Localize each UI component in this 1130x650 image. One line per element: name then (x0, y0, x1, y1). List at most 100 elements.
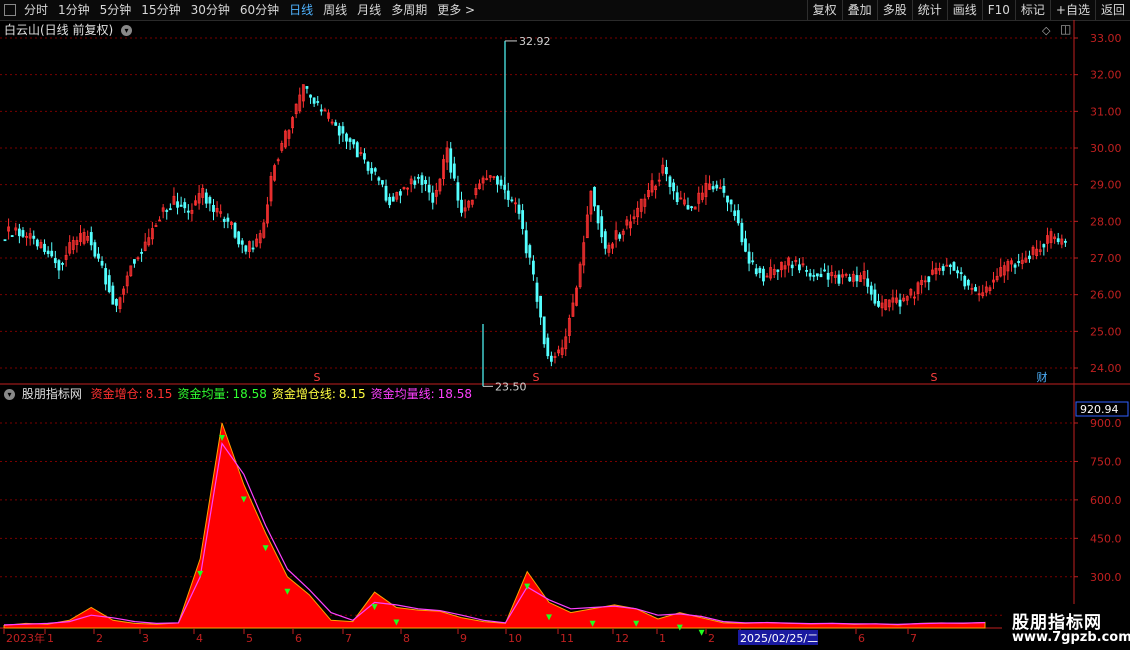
event-marker: S (533, 371, 540, 384)
down-arrow-icon (698, 629, 705, 636)
candle-body (427, 184, 431, 193)
low-label: 23.50 (495, 380, 527, 393)
candle-body (208, 197, 212, 204)
candle-body (413, 180, 417, 185)
x-tick-label: 3 (142, 632, 149, 645)
candle-body (549, 355, 553, 362)
candle-body (603, 231, 607, 249)
candle-body (686, 205, 690, 210)
candle-body (974, 287, 977, 292)
price-tick-label: 28.00 (1090, 215, 1122, 228)
x-tick-label: 2023年 (6, 631, 45, 645)
candle-body (348, 138, 352, 142)
candle-body (776, 269, 780, 272)
high-label: 32.92 (519, 35, 551, 48)
candle-body (539, 295, 542, 318)
x-tick-label: 11 (560, 632, 574, 645)
candle-body (665, 167, 668, 175)
candle-body (528, 245, 532, 258)
candle-body (222, 218, 226, 222)
candle-body (32, 235, 36, 239)
candle-body (812, 275, 816, 277)
candle-body (140, 251, 143, 254)
candle-body (722, 185, 726, 193)
price-tick-label: 30.00 (1090, 142, 1122, 155)
candle-body (100, 260, 104, 266)
candle-body (240, 240, 244, 245)
candle-body (388, 196, 392, 206)
candle-body (1042, 244, 1046, 248)
candle-body (532, 260, 535, 275)
candle-body (251, 247, 255, 250)
candle-body (873, 289, 877, 304)
candle-body (420, 175, 424, 185)
candle-body (57, 260, 61, 271)
candle-body (352, 139, 356, 145)
candle-body (244, 245, 248, 252)
candle-body (668, 176, 672, 187)
candle-body (593, 186, 596, 207)
x-tick-label: 10 (508, 632, 522, 645)
candle-body (855, 275, 859, 282)
candle-body (866, 278, 870, 287)
candle-body (50, 250, 54, 257)
x-tick-label: 5 (246, 632, 253, 645)
candle-body (355, 142, 359, 158)
candle-body (869, 285, 873, 295)
candle-body (168, 208, 172, 211)
x-tick-label: 7 (910, 632, 917, 645)
candle-body (93, 242, 97, 257)
candle-body (521, 210, 525, 229)
candle-body (823, 269, 826, 272)
candle-body (596, 205, 600, 224)
candle-body (815, 273, 819, 277)
candle-body (790, 264, 794, 269)
candle-body (61, 263, 64, 265)
watermark-url: www.7gpzb.com (1012, 630, 1130, 645)
fund-avg-line (3, 441, 986, 626)
candle-body (506, 190, 510, 200)
candle-body (496, 176, 499, 185)
candle-body (898, 299, 902, 307)
event-marker: S (931, 371, 938, 384)
candle-body (377, 177, 381, 181)
candle-body (165, 210, 169, 212)
candle-body (877, 300, 880, 307)
candle-body (456, 182, 460, 201)
candle-body (510, 199, 514, 202)
current-value: 920.94 (1080, 403, 1119, 416)
candle-body (535, 282, 539, 302)
candle-body (133, 259, 136, 264)
candle-body (373, 168, 377, 172)
candle-body (233, 222, 237, 238)
candle-body (345, 133, 348, 142)
chart-area[interactable]: 33.00 32.00 31.00 30.00 29.00 28.00 27.00 26.00… (0, 0, 1130, 650)
candle-body (3, 239, 7, 242)
x-tick-label: 8 (403, 632, 410, 645)
candle-body (733, 210, 737, 217)
candle-body (226, 217, 230, 222)
candle-body (729, 199, 733, 205)
candle-body (319, 109, 323, 112)
candle-body (183, 202, 187, 209)
candle-body (305, 86, 309, 89)
candle-body (959, 272, 963, 275)
candle-body (762, 268, 765, 282)
candle-body (341, 126, 345, 134)
candle-body (111, 285, 115, 305)
candle-body (740, 222, 744, 243)
candle-body (736, 210, 740, 224)
candle-body (956, 270, 959, 274)
candle-body (798, 264, 801, 271)
x-tick-label: 7 (345, 632, 352, 645)
x-tick-label: 2 (96, 632, 103, 645)
x-tick-label: 6 (858, 632, 865, 645)
indicator-tick-label: 300.0 (1090, 571, 1122, 584)
event-marker: S (314, 371, 321, 384)
price-tick-label: 29.00 (1090, 179, 1122, 192)
candle-body (43, 243, 46, 252)
candle-body (524, 230, 528, 254)
fund-increase-area (3, 422, 986, 629)
x-tick-label: 9 (460, 632, 467, 645)
price-tick-label: 31.00 (1090, 105, 1122, 118)
